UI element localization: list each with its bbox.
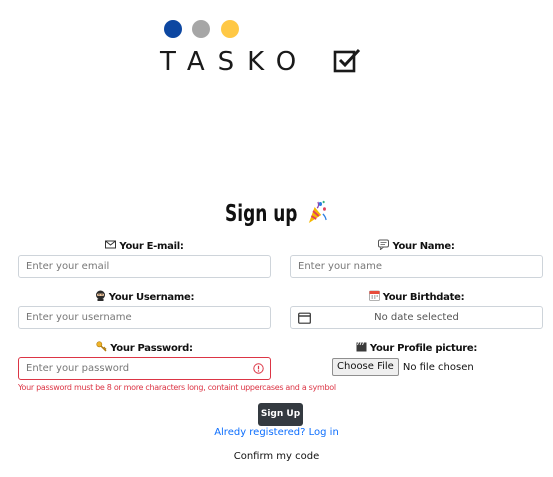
username-label-text: Your Username: (108, 292, 195, 303)
name-label: Your Name: (290, 239, 543, 252)
password-label: Your Password: (18, 341, 271, 354)
confirm-code-link-text[interactable]: Confirm my code (234, 451, 320, 462)
picture-label: Your Profile picture: (290, 341, 543, 354)
file-status: No file chosen (402, 361, 474, 373)
birthdate-value: No date selected (374, 312, 459, 323)
checkbox-check-icon (333, 48, 361, 73)
sign-up-button[interactable]: Sign Up (258, 403, 303, 426)
birthdate-picker[interactable]: No date selected (290, 306, 543, 329)
logo-wordmark: TASKO (160, 47, 310, 77)
calendar-outline-icon (298, 312, 311, 324)
page-title: Sign up (50, 199, 503, 227)
password-label-text: Your Password: (110, 343, 193, 354)
email-label-text: Your E-mail: (119, 241, 184, 252)
name-label-text: Your Name: (392, 241, 455, 252)
email-field[interactable]: Enter your email (18, 255, 271, 278)
name-field[interactable]: Enter your name (290, 255, 543, 278)
email-label: Your E-mail: (18, 239, 271, 252)
name-placeholder: Enter your name (298, 261, 383, 272)
birthdate-label: Your Birthdate: (290, 290, 543, 303)
logo-dot-yellow (221, 20, 239, 38)
login-link: Alredy registered? Log in (0, 427, 553, 438)
party-popper-icon (309, 200, 327, 223)
clapper-icon (356, 342, 367, 352)
password-placeholder: Enter your password (26, 363, 130, 374)
speech-bubble-icon (378, 239, 390, 250)
logo-dot-blue (164, 20, 182, 38)
envelope-icon (105, 240, 117, 249)
birthdate-label-text: Your Birthdate: (382, 292, 465, 303)
ninja-icon (95, 290, 105, 301)
calendar-icon (368, 290, 380, 301)
password-field[interactable]: Enter your password (18, 357, 271, 380)
page-title-text: Sign up (225, 201, 298, 227)
key-icon (96, 341, 107, 352)
login-link-text[interactable]: Alredy registered? Log in (214, 427, 339, 438)
tasko-logo: TASKO (160, 18, 370, 78)
password-error-message: Your password must be 8 or more characte… (18, 383, 336, 392)
file-input: Choose File No file chosen (332, 358, 474, 377)
username-field[interactable]: Enter your username (18, 306, 271, 329)
logo-dot-gray (192, 20, 210, 38)
error-icon (253, 363, 264, 374)
username-placeholder: Enter your username (26, 312, 132, 323)
email-placeholder: Enter your email (26, 261, 110, 272)
username-label: Your Username: (18, 290, 271, 303)
picture-label-text: Your Profile picture: (369, 343, 478, 354)
choose-file-button[interactable]: Choose File (332, 358, 399, 376)
confirm-code-link: Confirm my code (0, 451, 553, 462)
